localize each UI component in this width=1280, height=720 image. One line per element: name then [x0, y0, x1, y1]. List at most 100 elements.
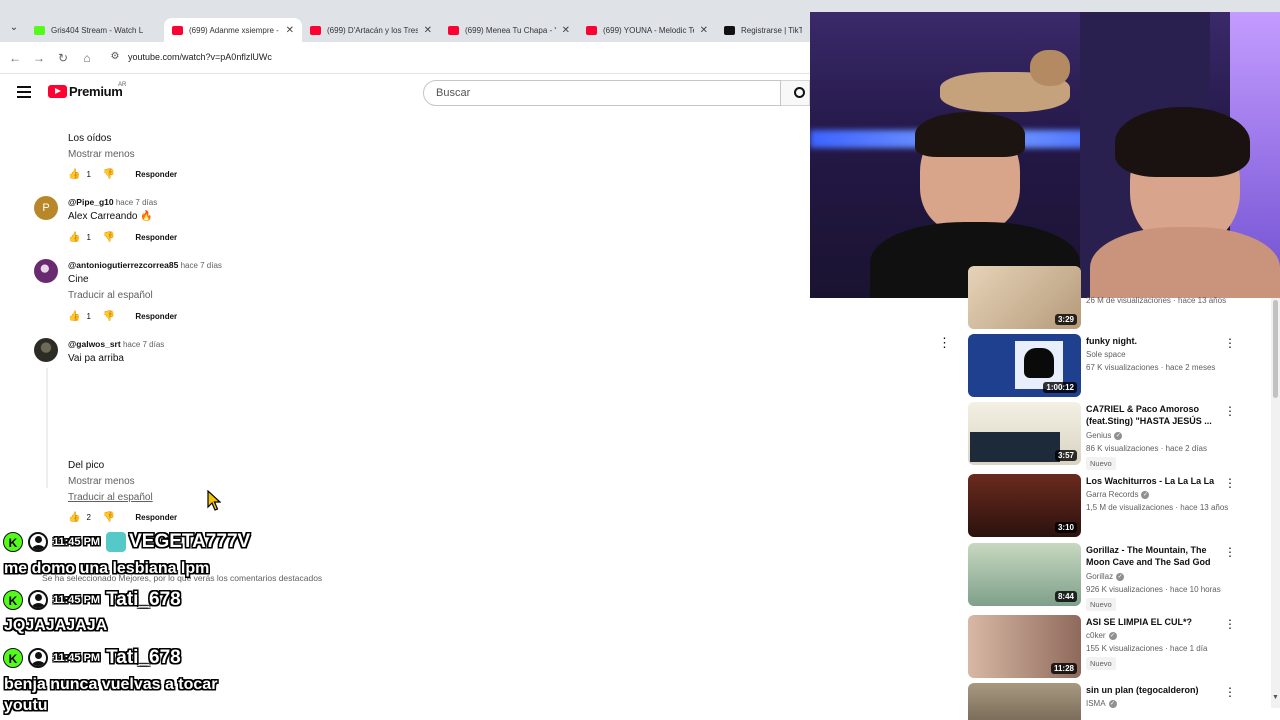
- tab-youna-melodic[interactable]: (699) YOUNA - Melodic Te ✕: [578, 18, 716, 42]
- avatar[interactable]: P: [34, 196, 58, 220]
- tab-adanme-xsiempre[interactable]: (699) Adanme xsiempre - ✕: [164, 18, 302, 42]
- video-menu-icon[interactable]: ⋮: [1224, 685, 1236, 699]
- video-menu-icon[interactable]: ⋮: [1224, 476, 1236, 490]
- comment-actions: 👍 2 👎 Responder: [68, 510, 177, 524]
- url-field[interactable]: youtube.com/watch?v=pA0nflzlUWc: [128, 52, 272, 62]
- video-title[interactable]: Gorillaz - The Mountain, The Moon Cave a…: [1086, 544, 1216, 568]
- video-thumbnail[interactable]: 8:44: [968, 543, 1081, 606]
- comment-meta: @antoniogutierrezcorrea85 hace 7 días: [68, 260, 222, 270]
- youtube-play-icon: [48, 85, 67, 98]
- dislike-icon[interactable]: 👎: [103, 169, 115, 180]
- tab-dartacan[interactable]: (699) D'Artacán y los Tres ✕: [302, 18, 440, 42]
- thread-line: [46, 368, 48, 488]
- like-icon[interactable]: 👍: [68, 232, 80, 243]
- back-arrow-icon[interactable]: ←: [7, 50, 23, 66]
- close-tab-icon[interactable]: ✕: [700, 25, 708, 36]
- reload-icon[interactable]: ↻: [55, 50, 71, 66]
- verified-icon: ✓: [1116, 572, 1125, 581]
- tab-gris404[interactable]: Gris404 Stream - Watch L: [26, 18, 164, 42]
- video-menu-icon[interactable]: ⋮: [1224, 336, 1236, 350]
- tab-menea-tu-chapa[interactable]: (699) Menea Tu Chapa - Y ✕: [440, 18, 578, 42]
- video-channel[interactable]: c0ker ✓: [1086, 631, 1117, 640]
- video-duration: 3:10: [1054, 522, 1077, 533]
- video-thumbnail[interactable]: 1:00:12: [968, 334, 1081, 397]
- comment-time[interactable]: hace 7 días: [181, 261, 222, 270]
- site-info-icon[interactable]: ⚙: [108, 51, 122, 65]
- cat-silhouette: [1024, 348, 1054, 378]
- dislike-icon[interactable]: 👎: [103, 512, 115, 523]
- video-channel[interactable]: Genius ✓: [1086, 431, 1123, 440]
- comment-actions: 👍 1 👎 Responder: [68, 230, 177, 244]
- video-title[interactable]: CA7RIEL & Paco Amoroso (feat.Sting) "HAS…: [1086, 403, 1216, 427]
- avatar[interactable]: [34, 259, 58, 283]
- thumbnail-text-block: [970, 432, 1060, 462]
- video-thumbnail[interactable]: 3:10: [968, 474, 1081, 537]
- video-menu-icon[interactable]: ⋮: [1224, 545, 1236, 559]
- dislike-icon[interactable]: 👎: [103, 232, 115, 243]
- video-title[interactable]: funky night.: [1086, 335, 1216, 347]
- search-input[interactable]: Buscar: [423, 80, 781, 106]
- reply-button[interactable]: Responder: [135, 312, 177, 321]
- video-stats: 155 K visualizaciones · hace 1 día: [1086, 644, 1208, 653]
- translate-link[interactable]: Traducir al español: [68, 492, 153, 503]
- comment-time[interactable]: hace 7 días: [123, 340, 164, 349]
- video-title[interactable]: ASI SE LIMPIA EL CUL*?: [1086, 616, 1216, 628]
- video-channel[interactable]: Sole space: [1086, 350, 1126, 359]
- youtube-favicon-icon: [586, 25, 597, 35]
- home-icon[interactable]: ⌂: [79, 50, 95, 66]
- video-thumbnail[interactable]: 3:57: [968, 402, 1081, 465]
- youtube-premium-logo[interactable]: Premium: [48, 84, 123, 99]
- reply-button[interactable]: Responder: [135, 233, 177, 242]
- video-menu-icon[interactable]: ⋮: [1224, 617, 1236, 631]
- video-menu-icon[interactable]: ⋮: [1224, 404, 1236, 418]
- close-tab-icon[interactable]: ✕: [286, 25, 294, 36]
- video-channel[interactable]: ISMA ✓: [1086, 699, 1117, 708]
- video-stats: 86 K visualizaciones · hace 2 días: [1086, 444, 1207, 453]
- scrollbar-thumb[interactable]: [1273, 300, 1278, 398]
- youtube-favicon-icon: [172, 25, 183, 35]
- search-button[interactable]: [781, 80, 810, 106]
- person-right-shoulders: [1090, 227, 1280, 298]
- recommended-video[interactable]: sin un plan (tegocalderon) ISMA ✓ ⋮: [968, 683, 1268, 720]
- like-icon[interactable]: 👍: [68, 311, 80, 322]
- comment-author[interactable]: @antoniogutierrezcorrea85: [68, 260, 178, 270]
- like-icon[interactable]: 👍: [68, 512, 80, 523]
- show-less-button[interactable]: Mostrar menos: [68, 476, 135, 487]
- channel-name: c0ker: [1086, 631, 1106, 640]
- sidebar-scrollbar[interactable]: [1271, 298, 1280, 708]
- close-tab-icon[interactable]: ✕: [424, 25, 432, 36]
- video-thumbnail[interactable]: [968, 683, 1081, 720]
- cat-head: [1030, 50, 1070, 86]
- menu-icon[interactable]: [17, 86, 31, 100]
- show-less-button[interactable]: Mostrar menos: [68, 149, 135, 160]
- avatar[interactable]: [34, 338, 58, 362]
- tab-search-icon[interactable]: ⌄: [6, 22, 22, 36]
- translate-link[interactable]: Traducir al español: [68, 290, 153, 301]
- chat-header: K 11:45 PM VEGETA777V: [3, 531, 250, 553]
- comment-author[interactable]: @Pipe_g10: [68, 197, 114, 207]
- chat-username: Tati_678: [106, 647, 181, 668]
- tab-title: (699) Adanme xsiempre -: [189, 25, 279, 35]
- video-channel[interactable]: Garra Records ✓: [1086, 490, 1150, 499]
- video-title[interactable]: sin un plan (tegocalderon): [1086, 684, 1216, 696]
- reply-button[interactable]: Responder: [135, 513, 177, 522]
- close-tab-icon[interactable]: ✕: [562, 25, 570, 36]
- video-title[interactable]: Los Wachiturros - La La La La: [1086, 475, 1216, 487]
- chat-time: 11:45 PM: [53, 536, 101, 548]
- tab-title: Gris404 Stream - Watch L: [51, 25, 144, 35]
- more-options-icon[interactable]: ⋮: [938, 335, 951, 351]
- forward-arrow-icon[interactable]: →: [31, 50, 47, 66]
- reply-button[interactable]: Responder: [135, 170, 177, 179]
- comment-time[interactable]: hace 7 días: [116, 198, 157, 207]
- like-icon[interactable]: 👍: [68, 169, 80, 180]
- dislike-icon[interactable]: 👎: [103, 311, 115, 322]
- chat-header: K 11:45 PM Tati_678: [3, 589, 181, 611]
- tiktok-favicon-icon: [724, 25, 735, 35]
- scroll-down-icon[interactable]: ▼: [1271, 694, 1280, 702]
- chat-time: 11:45 PM: [53, 594, 101, 606]
- video-thumbnail[interactable]: 11:28: [968, 615, 1081, 678]
- video-channel[interactable]: Gorillaz ✓: [1086, 572, 1125, 581]
- comment-author[interactable]: @galwos_srt: [68, 339, 121, 349]
- video-thumbnail[interactable]: 3:29: [968, 266, 1081, 329]
- tab-tiktok[interactable]: Registrarse | TikTok: [716, 18, 810, 42]
